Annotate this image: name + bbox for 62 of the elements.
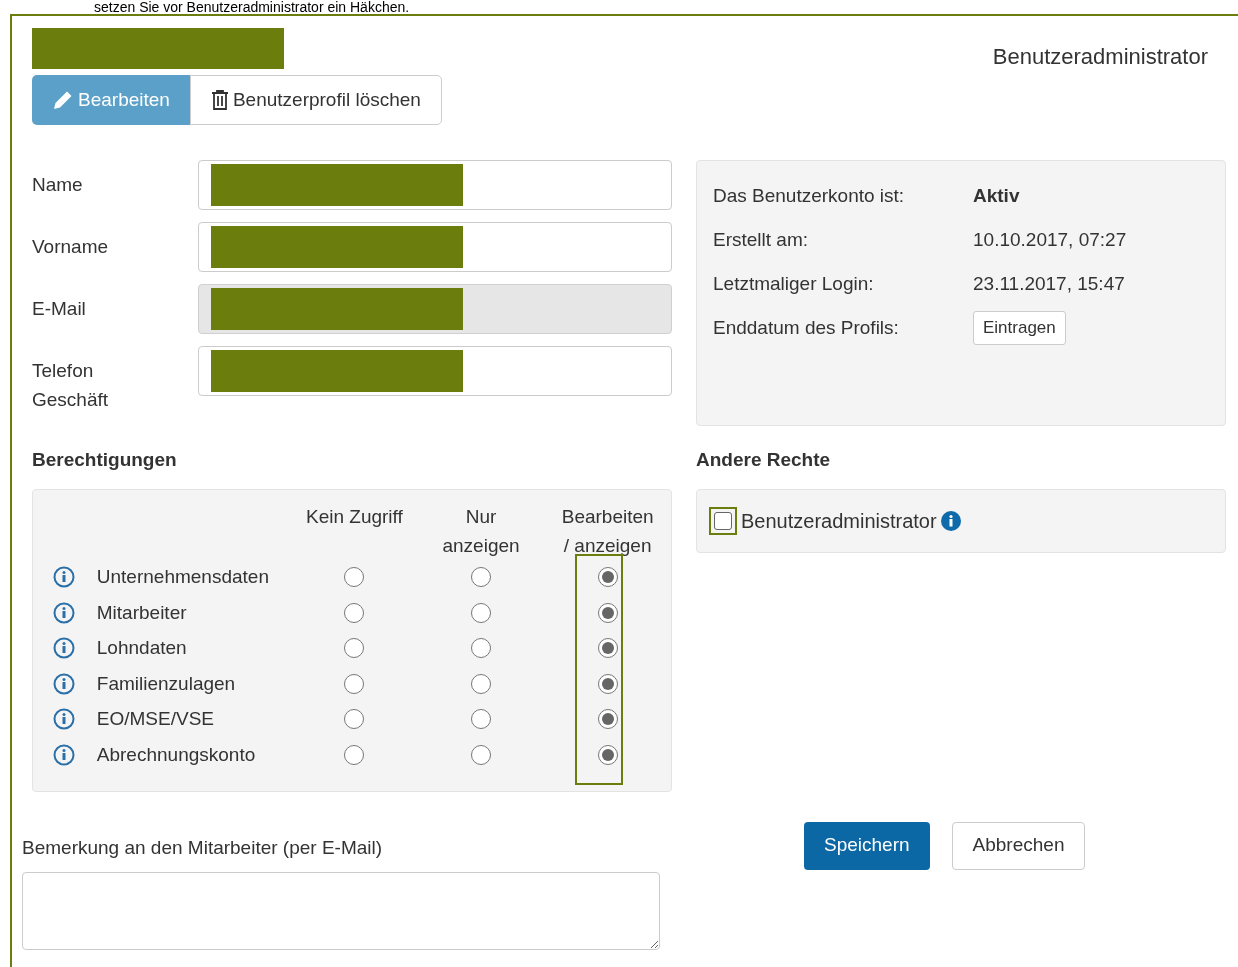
column-header: Kein Zugriff — [304, 504, 404, 529]
field-label: Vorname — [32, 235, 110, 259]
column-header: Bearbeiten / anzeigen — [560, 504, 655, 558]
info-icon[interactable] — [53, 566, 75, 589]
input-field[interactable] — [198, 346, 672, 396]
pencil-icon — [52, 89, 74, 111]
field-label: Name — [32, 173, 84, 197]
permission-label: Abrechnungskonto — [96, 742, 257, 767]
delete-profile-button[interactable]: Benutzerprofil löschen — [189, 75, 442, 125]
save-button[interactable]: Speichern — [804, 821, 930, 870]
section-heading: Berechtigungen — [32, 448, 178, 472]
radio-button[interactable] — [597, 673, 618, 694]
radio-button[interactable] — [471, 638, 491, 659]
radio-button[interactable] — [471, 709, 491, 730]
radio-button[interactable] — [344, 709, 365, 730]
add-end-date-button[interactable]: Eintragen — [973, 311, 1066, 345]
radio-button[interactable] — [597, 638, 618, 659]
radio-button[interactable] — [344, 673, 365, 694]
radio-button[interactable] — [471, 602, 491, 623]
instruction-text: setzen Sie vor Benutzeradministrator ein Häkchen. — [93, 0, 411, 14]
permission-label: Lohndaten — [96, 636, 188, 660]
info-icon[interactable] — [53, 743, 75, 766]
role-title: Benutzeradministrator — [992, 43, 1209, 71]
radio-button[interactable] — [471, 673, 491, 694]
info-label: Erstellt am: — [713, 227, 810, 252]
checkbox[interactable] — [709, 506, 737, 535]
info-icon[interactable] — [53, 672, 75, 695]
radio-button[interactable] — [471, 567, 491, 588]
cancel-button[interactable]: Abbrechen — [951, 821, 1086, 870]
info-value: 10.10.2017, 07:27 — [973, 227, 1127, 252]
checkbox-label: Benutzeradministrator — [741, 508, 937, 534]
radio-button[interactable] — [471, 744, 491, 765]
radio-button[interactable] — [597, 602, 618, 623]
info-icon[interactable] — [940, 510, 961, 531]
radio-button[interactable] — [344, 567, 365, 588]
section-heading: Andere Rechte — [696, 448, 832, 472]
info-label: Letztmaliger Login: — [713, 271, 875, 296]
input-field[interactable] — [198, 222, 672, 272]
info-label: Das Benutzerkonto ist: — [713, 183, 906, 208]
remark-field[interactable] — [22, 872, 660, 950]
radio-button[interactable] — [344, 638, 365, 659]
radio-button[interactable] — [344, 602, 365, 623]
radio-button[interactable] — [597, 567, 618, 588]
permission-label: Unternehmensdaten — [96, 565, 270, 589]
field-label: Telefon Geschäft — [32, 359, 110, 412]
trash-icon — [210, 90, 229, 110]
column-header: Nur anzeigen — [441, 504, 521, 558]
info-icon[interactable] — [53, 601, 75, 624]
radio-button[interactable] — [597, 709, 618, 730]
info-icon[interactable] — [53, 637, 75, 660]
input-field[interactable] — [198, 160, 672, 210]
field-label: E-Mail — [32, 297, 87, 321]
radio-button[interactable] — [597, 744, 618, 765]
radio-button[interactable] — [344, 744, 365, 765]
info-icon[interactable] — [53, 708, 75, 731]
info-value: Aktiv — [973, 183, 1020, 208]
info-value: 23.11.2017, 15:47 — [973, 271, 1125, 296]
permission-label: EO/MSE/VSE — [96, 707, 215, 731]
permission-label: Familienzulagen — [96, 671, 237, 696]
remark-label: Bemerkung an den Mitarbeiter (per E-Mail) — [22, 835, 384, 860]
info-label: Enddatum des Profils: — [713, 315, 900, 340]
permission-label: Mitarbeiter — [96, 600, 188, 625]
